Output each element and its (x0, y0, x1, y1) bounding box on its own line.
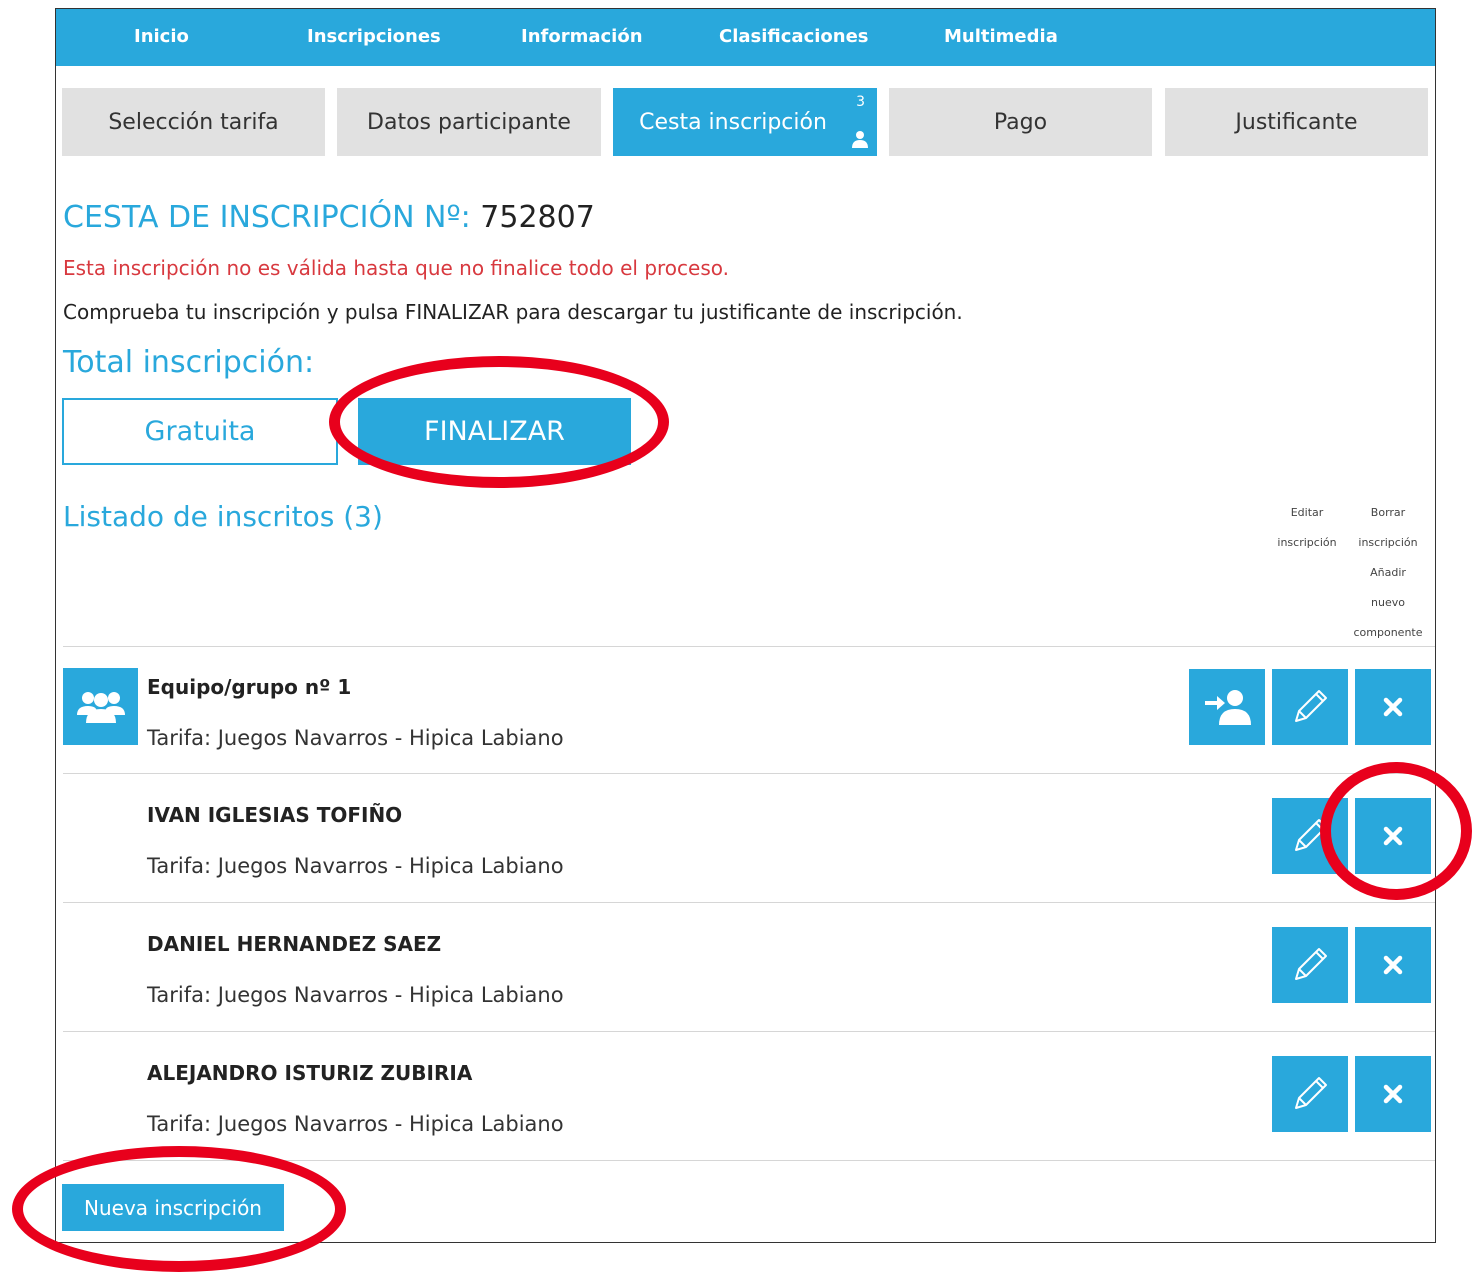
nav-inscripciones[interactable]: Inscripciones (307, 26, 441, 47)
person-icon (852, 131, 868, 148)
finalizar-button[interactable]: FINALIZAR (358, 398, 631, 465)
col-header-text: nuevo (1371, 596, 1405, 609)
participant-tarifa: Tarifa: Juegos Navarros - Hipica Labiano (147, 854, 564, 878)
cesta-number: 752807 (480, 200, 595, 235)
step-cesta-inscripcion[interactable]: Cesta inscripción 3 (613, 88, 877, 156)
col-header-text: inscripción (1277, 536, 1337, 549)
step-pago[interactable]: Pago (889, 88, 1152, 156)
close-icon (1383, 955, 1403, 975)
close-icon (1383, 826, 1403, 846)
edit-button[interactable] (1272, 798, 1348, 874)
step-justificante[interactable]: Justificante (1165, 88, 1428, 156)
page-frame (55, 8, 1436, 1243)
col-header-text: Borrar (1370, 506, 1406, 519)
divider (63, 1031, 1435, 1032)
divider (63, 773, 1435, 774)
step-label: Cesta inscripción (639, 109, 827, 135)
step-label: Datos participante (367, 109, 571, 135)
step-seleccion-tarifa[interactable]: Selección tarifa (62, 88, 325, 156)
cesta-title-prefix: CESTA DE INSCRIPCIÓN Nº: (63, 200, 471, 235)
col-header-editar: Editar inscripción (1272, 498, 1342, 558)
pencil-icon (1295, 690, 1327, 722)
divider (63, 646, 1435, 647)
cesta-title: CESTA DE INSCRIPCIÓN Nº: 752807 (63, 200, 595, 235)
participant-tarifa: Tarifa: Juegos Navarros - Hipica Labiano (147, 1112, 564, 1136)
participant-name: DANIEL HERNANDEZ SAEZ (147, 932, 442, 956)
col-header-text: Añadir (1370, 566, 1406, 579)
pencil-icon (1295, 819, 1327, 851)
delete-button[interactable] (1355, 927, 1431, 1003)
close-icon (1383, 697, 1403, 717)
total-label: Total inscripción: (63, 345, 315, 380)
step-label: Pago (993, 109, 1048, 135)
divider (63, 902, 1435, 903)
nav-informacion[interactable]: Información (521, 26, 643, 47)
cart-count-badge: 3 (856, 94, 865, 110)
pencil-icon (1295, 948, 1327, 980)
step-datos-participante[interactable]: Datos participante (337, 88, 601, 156)
step-label: Selección tarifa (108, 109, 279, 135)
delete-button[interactable] (1355, 1056, 1431, 1132)
delete-button[interactable] (1355, 798, 1431, 874)
add-member-button[interactable] (1189, 669, 1265, 745)
participant-name: ALEJANDRO ISTURIZ ZUBIRIA (147, 1061, 473, 1085)
group-icon (63, 668, 138, 745)
edit-button[interactable] (1272, 1056, 1348, 1132)
pencil-icon (1295, 1077, 1327, 1109)
nueva-inscripcion-button[interactable]: Nueva inscripción (62, 1184, 284, 1231)
top-nav: Inicio Inscripciones Información Clasifi… (56, 9, 1435, 66)
participant-tarifa: Tarifa: Juegos Navarros - Hipica Labiano (147, 983, 564, 1007)
info-message: Comprueba tu inscripción y pulsa FINALIZ… (63, 300, 963, 324)
nav-multimedia[interactable]: Multimedia (944, 26, 1058, 47)
listado-title: Listado de inscritos (3) (63, 500, 383, 533)
delete-button[interactable] (1355, 669, 1431, 745)
edit-button[interactable] (1272, 669, 1348, 745)
col-header-text: inscripción (1358, 536, 1418, 549)
group-name: Equipo/grupo nº 1 (147, 675, 352, 699)
col-header-borrar: Borrar inscripción Añadir nuevo componen… (1348, 498, 1428, 648)
divider (63, 1160, 1435, 1161)
col-header-text: componente (1353, 626, 1423, 639)
nav-inicio[interactable]: Inicio (134, 26, 189, 47)
participant-name: IVAN IGLESIAS TOFIÑO (147, 803, 403, 827)
edit-button[interactable] (1272, 927, 1348, 1003)
group-tarifa: Tarifa: Juegos Navarros - Hipica Labiano (147, 726, 564, 750)
warning-message: Esta inscripción no es válida hasta que … (63, 256, 729, 280)
close-icon (1383, 1084, 1403, 1104)
total-value: Gratuita (62, 398, 338, 465)
step-label: Justificante (1235, 109, 1358, 135)
col-header-text: Editar (1290, 506, 1324, 519)
nav-clasificaciones[interactable]: Clasificaciones (719, 26, 869, 47)
add-person-icon (1205, 690, 1251, 725)
